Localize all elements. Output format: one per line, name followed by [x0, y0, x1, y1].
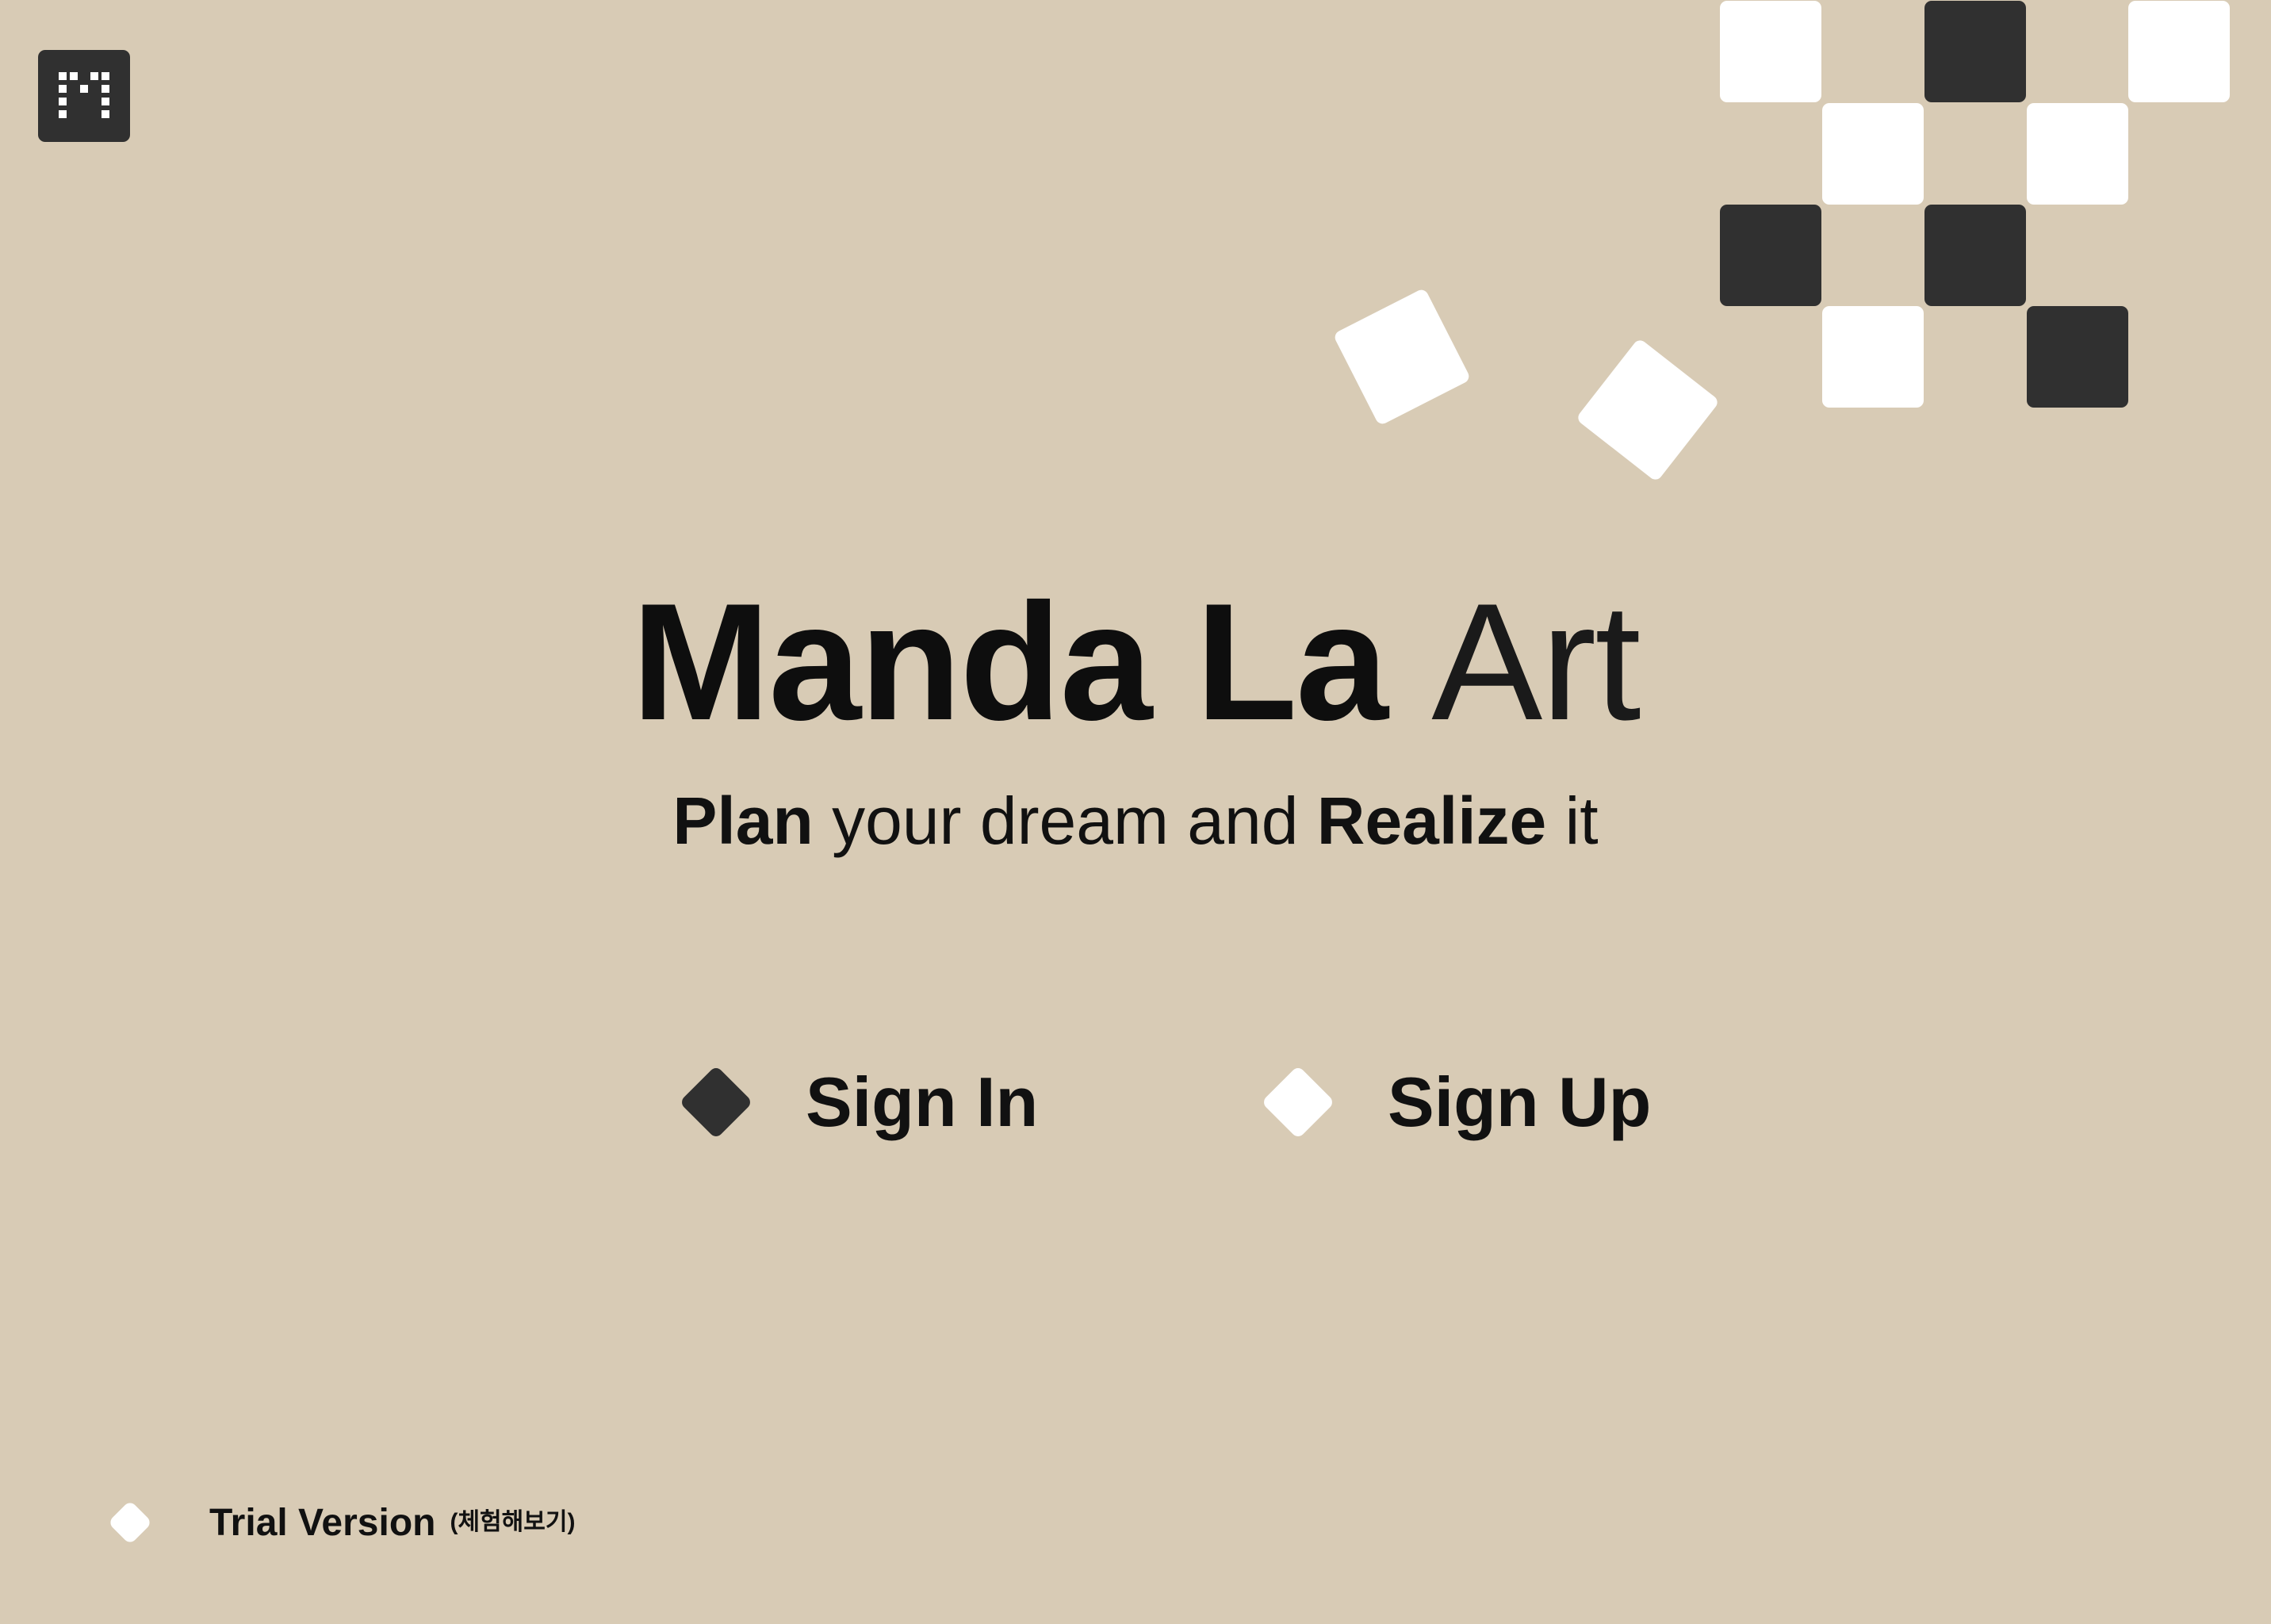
decorative-tile [1924, 1, 2026, 102]
trial-version-label: Trial Version [209, 1501, 436, 1544]
app-title-space [1387, 569, 1431, 755]
trial-version-korean-label: (체험해보기) [450, 1509, 576, 1535]
decorative-tile [1720, 1, 1821, 102]
decorative-tile [1822, 306, 1924, 408]
pixel-m-logo-icon [59, 72, 109, 118]
trial-version-button[interactable]: Trial Version (체험해보기) [107, 1491, 576, 1554]
sign-in-button[interactable]: Sign In [679, 1055, 1039, 1150]
decorative-tile [1924, 205, 2026, 306]
decorative-tilted-tile [1575, 337, 1721, 483]
app-title-light: Art [1431, 569, 1641, 755]
app-logo [38, 50, 130, 142]
tagline-middle: your dream and [832, 783, 1299, 858]
dark-diamond-icon [679, 1065, 753, 1139]
decorative-tile [2027, 103, 2128, 205]
tagline-end: it [1564, 783, 1599, 858]
white-diamond-icon [107, 1500, 153, 1545]
decorative-tile [1822, 103, 1924, 205]
sign-in-label: Sign In [806, 1063, 1039, 1141]
app-title-bold: Manda La [631, 569, 1388, 755]
sign-up-label: Sign Up [1388, 1063, 1652, 1141]
white-diamond-icon [1261, 1065, 1335, 1139]
tagline-word-realize: Realize [1316, 783, 1547, 858]
decorative-tilted-tile [1332, 287, 1472, 427]
sign-up-button[interactable]: Sign Up [1261, 1055, 1652, 1150]
decorative-tile [2027, 306, 2128, 408]
tagline: Plan your dream and Realize it [0, 781, 2271, 860]
decorative-tile [2128, 1, 2230, 102]
decorative-tile [1720, 205, 1821, 306]
tagline-word-plan: Plan [672, 783, 814, 858]
app-title: Manda La Art [0, 567, 2271, 757]
